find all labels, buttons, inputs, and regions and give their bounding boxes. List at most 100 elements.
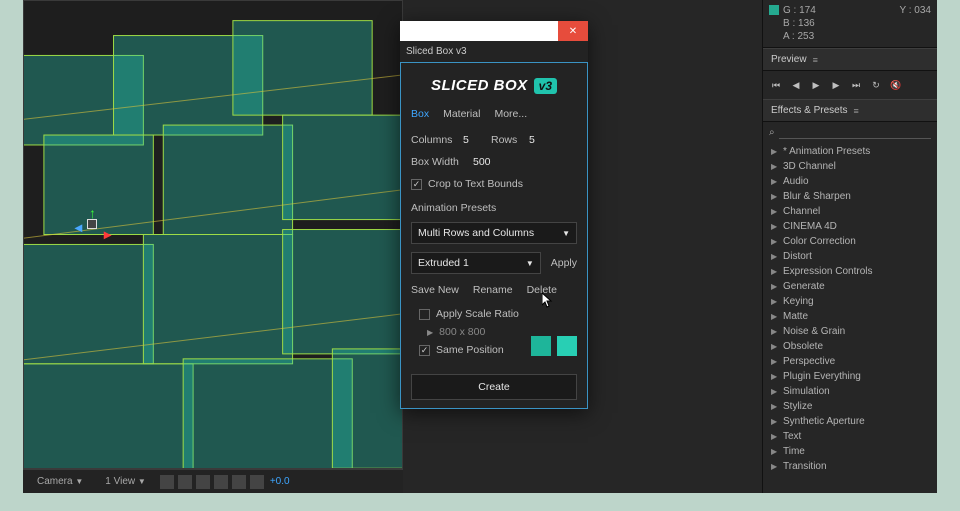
viewport-3d[interactable]: ↑ ▸ ◂ bbox=[23, 0, 403, 469]
chevron-right-icon: ▶ bbox=[771, 250, 779, 263]
tab-box[interactable]: Box bbox=[411, 108, 429, 120]
views-dropdown[interactable]: 1 View ▼ bbox=[97, 474, 154, 489]
preview-panel-header[interactable]: Preview ≡ bbox=[763, 48, 937, 71]
goto-end-icon[interactable]: ⏭ bbox=[847, 77, 865, 93]
triangle-icon[interactable]: ▶ bbox=[427, 328, 433, 337]
camera-dropdown[interactable]: Camera ▼ bbox=[29, 474, 91, 489]
preview-panel-title: Preview bbox=[771, 54, 807, 65]
chevron-right-icon: ▶ bbox=[771, 430, 779, 443]
goto-start-icon[interactable]: ⏮ bbox=[767, 77, 785, 93]
tree-item[interactable]: ▶3D Channel bbox=[763, 159, 937, 174]
vp-tool-4-icon[interactable] bbox=[214, 475, 228, 489]
panel-menu-icon[interactable]: ≡ bbox=[854, 106, 859, 116]
tree-item-label: Plugin Everything bbox=[783, 370, 861, 383]
tree-item-label: Simulation bbox=[783, 385, 830, 398]
tree-item[interactable]: ▶Perspective bbox=[763, 354, 937, 369]
tree-item[interactable]: ▶Text bbox=[763, 429, 937, 444]
tree-item[interactable]: ▶Stylize bbox=[763, 399, 937, 414]
loop-icon[interactable]: ↻ bbox=[867, 77, 885, 93]
color-swatch-1[interactable] bbox=[531, 336, 551, 356]
chevron-right-icon: ▶ bbox=[771, 145, 779, 158]
sliced-box-dialog[interactable]: ✕ Sliced Box v3 SLICED BOX v3 Box Materi… bbox=[400, 21, 588, 409]
apply-button[interactable]: Apply bbox=[551, 257, 577, 269]
sliced-box-logo: SLICED BOX v3 bbox=[411, 77, 577, 94]
800x800-label: 800 x 800 bbox=[439, 326, 485, 338]
effects-panel-title: Effects & Presets bbox=[771, 105, 848, 116]
tree-item[interactable]: ▶Matte bbox=[763, 309, 937, 324]
tree-item[interactable]: ▶Generate bbox=[763, 279, 937, 294]
tree-item-label: Channel bbox=[783, 205, 820, 218]
tree-item[interactable]: ▶Color Correction bbox=[763, 234, 937, 249]
crop-checkbox[interactable]: ✓ bbox=[411, 179, 422, 190]
tab-more[interactable]: More... bbox=[494, 108, 527, 120]
tree-item[interactable]: ▶Expression Controls bbox=[763, 264, 937, 279]
box-width-value[interactable]: 500 bbox=[473, 156, 493, 168]
vp-tool-1-icon[interactable] bbox=[160, 475, 174, 489]
panel-menu-icon[interactable]: ≡ bbox=[813, 55, 818, 65]
create-button[interactable]: Create bbox=[411, 374, 577, 400]
crop-label: Crop to Text Bounds bbox=[428, 178, 523, 190]
effects-panel-header[interactable]: Effects & Presets ≡ bbox=[763, 99, 937, 122]
vp-zoom-value[interactable]: +0.0 bbox=[270, 476, 290, 487]
vp-tool-6-icon[interactable] bbox=[250, 475, 264, 489]
anim-presets-label: Animation Presets bbox=[411, 202, 577, 214]
dialog-titlebar[interactable]: ✕ bbox=[400, 21, 588, 41]
tree-item-label: Time bbox=[783, 445, 805, 458]
apply-scale-checkbox[interactable] bbox=[419, 309, 430, 320]
tree-item[interactable]: ▶Keying bbox=[763, 294, 937, 309]
tab-material[interactable]: Material bbox=[443, 108, 480, 120]
tree-item[interactable]: ▶* Animation Presets bbox=[763, 144, 937, 159]
tree-item[interactable]: ▶Blur & Sharpen bbox=[763, 189, 937, 204]
anim-preset-dropdown[interactable]: Multi Rows and Columns▼ bbox=[411, 222, 577, 244]
vp-tool-3-icon[interactable] bbox=[196, 475, 210, 489]
color-swatch-2[interactable] bbox=[557, 336, 577, 356]
vp-tool-5-icon[interactable] bbox=[232, 475, 246, 489]
axis-z-icon: ◂ bbox=[75, 219, 82, 236]
tree-item-label: CINEMA 4D bbox=[783, 220, 837, 233]
dialog-tab-label[interactable]: Sliced Box v3 bbox=[400, 41, 588, 62]
tree-item-label: Audio bbox=[783, 175, 809, 188]
tree-item[interactable]: ▶Obsolete bbox=[763, 339, 937, 354]
tree-item[interactable]: ▶ Channel bbox=[763, 204, 937, 219]
axis-gizmo[interactable]: ↑ ▸ ◂ bbox=[79, 211, 119, 251]
tree-item[interactable]: ▶Transition bbox=[763, 459, 937, 474]
delete-button[interactable]: Delete bbox=[527, 284, 557, 296]
tree-item-label: Transition bbox=[783, 460, 827, 473]
save-new-button[interactable]: Save New bbox=[411, 284, 459, 296]
rows-value[interactable]: 5 bbox=[529, 134, 549, 146]
chevron-right-icon: ▶ bbox=[771, 220, 779, 233]
rows-label: Rows bbox=[491, 134, 521, 146]
rename-button[interactable]: Rename bbox=[473, 284, 513, 296]
chevron-right-icon: ▶ bbox=[771, 175, 779, 188]
tree-item-label: 3D Channel bbox=[783, 160, 836, 173]
mute-icon[interactable]: 🔇 bbox=[887, 77, 905, 93]
effects-search-input[interactable] bbox=[779, 125, 931, 139]
columns-value[interactable]: 5 bbox=[463, 134, 483, 146]
tree-item[interactable]: ▶ Audio bbox=[763, 174, 937, 189]
tree-item[interactable]: ▶Plugin Everything bbox=[763, 369, 937, 384]
tree-item[interactable]: ▶Distort bbox=[763, 249, 937, 264]
same-position-checkbox[interactable]: ✓ bbox=[419, 345, 430, 356]
chevron-right-icon: ▶ bbox=[771, 295, 779, 308]
chevron-right-icon: ▶ bbox=[771, 265, 779, 278]
viewport-toolbar: Camera ▼ 1 View ▼ +0.0 bbox=[23, 469, 403, 493]
tree-item[interactable]: ▶Time bbox=[763, 444, 937, 459]
play-icon[interactable]: ▶ bbox=[807, 77, 825, 93]
extruded-dropdown[interactable]: Extruded 1▼ bbox=[411, 252, 541, 274]
prev-frame-icon[interactable]: ◀ bbox=[787, 77, 805, 93]
tree-item[interactable]: ▶Synthetic Aperture bbox=[763, 414, 937, 429]
chevron-right-icon: ▶ bbox=[771, 205, 779, 218]
next-frame-icon[interactable]: ▶ bbox=[827, 77, 845, 93]
chevron-right-icon: ▶ bbox=[771, 355, 779, 368]
tree-item[interactable]: ▶ CINEMA 4D bbox=[763, 219, 937, 234]
chevron-right-icon: ▶ bbox=[771, 190, 779, 203]
tree-item[interactable]: ▶Simulation bbox=[763, 384, 937, 399]
chevron-right-icon: ▶ bbox=[771, 400, 779, 413]
vp-tool-2-icon[interactable] bbox=[178, 475, 192, 489]
tree-item[interactable]: ▶Noise & Grain bbox=[763, 324, 937, 339]
effects-tree[interactable]: ▶* Animation Presets▶3D Channel▶Audio▶Bl… bbox=[763, 142, 937, 493]
close-button[interactable]: ✕ bbox=[558, 21, 588, 41]
info-panel: G : 174Y : 034 B : 136 A : 253 bbox=[763, 0, 937, 48]
chevron-right-icon: ▶ bbox=[771, 280, 779, 293]
columns-label: Columns bbox=[411, 134, 455, 146]
